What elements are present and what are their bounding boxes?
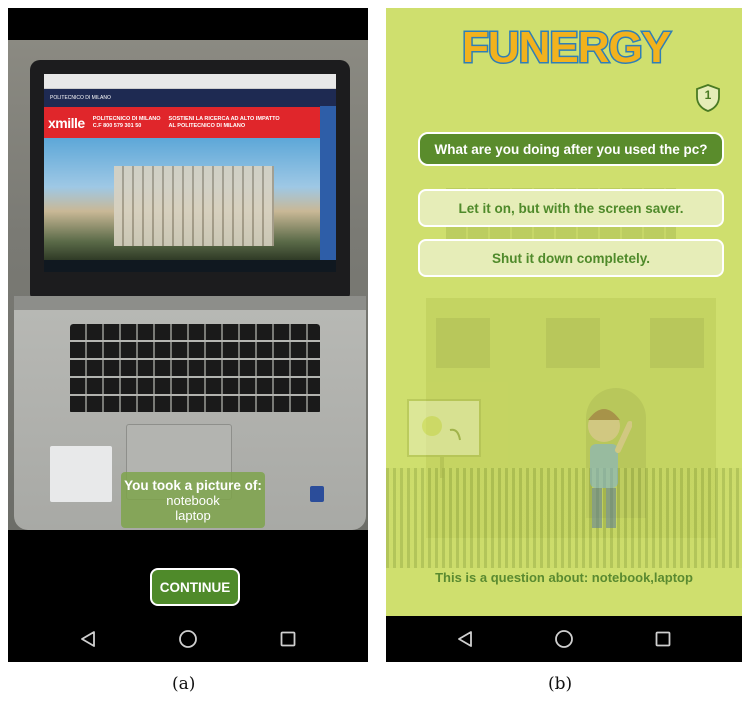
site-hero-image bbox=[44, 138, 320, 260]
figure-caption-b: (b) bbox=[548, 674, 573, 694]
laptop-hinge bbox=[14, 296, 366, 310]
level-badge[interactable]: 1 bbox=[695, 84, 721, 112]
recents-button[interactable] bbox=[641, 621, 685, 657]
building-image bbox=[114, 166, 274, 246]
game-background bbox=[386, 8, 742, 616]
recents-square-icon bbox=[280, 631, 296, 647]
home-circle-icon bbox=[555, 630, 573, 648]
site-banner: xmille POLITECNICO DI MILANO C.F 800 579… bbox=[44, 107, 336, 139]
back-triangle-icon bbox=[81, 631, 95, 647]
home-circle-icon bbox=[179, 630, 197, 648]
continue-button[interactable]: CONTINUE bbox=[150, 568, 240, 606]
level-number: 1 bbox=[704, 88, 712, 102]
os-taskbar bbox=[44, 260, 336, 272]
recents-button[interactable] bbox=[266, 621, 310, 657]
back-triangle-icon bbox=[458, 631, 473, 647]
recognition-title: You took a picture of: bbox=[124, 478, 262, 493]
figure-caption-a: (a) bbox=[172, 674, 196, 694]
site-header: POLITECNICO DI MILANO bbox=[44, 89, 336, 107]
recents-square-icon bbox=[655, 631, 671, 647]
laptop-sticker-small bbox=[310, 486, 324, 502]
laptop-lid: POLITECNICO DI MILANO xmille POLITECNICO… bbox=[30, 60, 350, 298]
site-side-toolbar bbox=[320, 106, 336, 260]
answer-option-2[interactable]: Shut it down completely. bbox=[418, 239, 724, 277]
captured-photo: POLITECNICO DI MILANO xmille POLITECNICO… bbox=[8, 40, 368, 530]
home-button[interactable] bbox=[542, 621, 586, 657]
site-logo: POLITECNICO DI MILANO bbox=[50, 95, 111, 101]
svg-text:FUNERGY: FUNERGY bbox=[462, 23, 671, 72]
boy-character-illustration bbox=[588, 409, 632, 528]
back-button[interactable] bbox=[66, 621, 110, 657]
question-text: What are you doing after you used the pc… bbox=[418, 132, 724, 166]
answer-option-1[interactable]: Let it on, but with the screen saver. bbox=[418, 189, 724, 227]
android-navbar bbox=[386, 616, 742, 662]
recognition-item: laptop bbox=[175, 508, 211, 523]
grass-illustration bbox=[386, 468, 742, 568]
back-button[interactable] bbox=[443, 621, 487, 657]
phone-screen-game: FUNERGY 1 What are you doing after you u… bbox=[386, 8, 742, 662]
home-button[interactable] bbox=[166, 621, 210, 657]
solar-plug-sign-icon bbox=[407, 399, 481, 478]
recognition-item: notebook bbox=[166, 493, 220, 508]
android-navbar bbox=[8, 616, 368, 662]
laptop-sticker bbox=[50, 446, 112, 502]
funergy-logo: FUNERGY bbox=[460, 22, 673, 74]
phone-screen-camera: POLITECNICO DI MILANO xmille POLITECNICO… bbox=[8, 8, 368, 662]
laptop-display: POLITECNICO DI MILANO xmille POLITECNICO… bbox=[44, 74, 336, 272]
banner-right-text: SOSTIENI LA RICERCA AD ALTO IMPATTO AL P… bbox=[168, 116, 280, 129]
banner-left-text: POLITECNICO DI MILANO C.F 800 579 301 50 bbox=[92, 116, 161, 129]
laptop-keyboard bbox=[70, 324, 320, 414]
recognition-result-card: You took a picture of: notebook laptop bbox=[121, 472, 265, 528]
browser-toolbar bbox=[44, 74, 336, 89]
question-topic-text: This is a question about: notebook,lapto… bbox=[435, 570, 693, 585]
status-bar bbox=[8, 8, 368, 40]
banner-logo: xmille bbox=[48, 115, 85, 131]
